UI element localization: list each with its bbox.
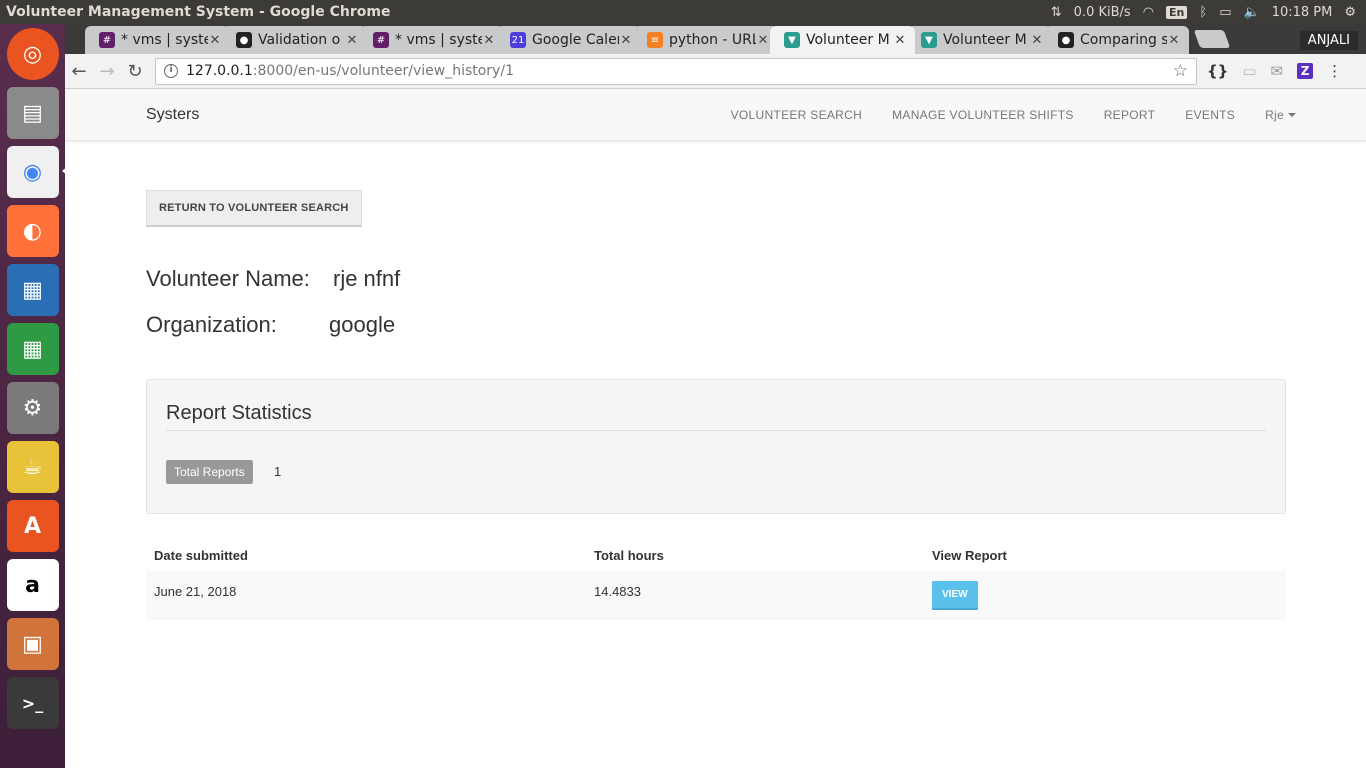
calendar-icon: 21 [510,32,526,48]
volunteer-name-line: Volunteer Name: rje nfnf [146,266,400,292]
browser-tab[interactable]: ● Comparing s ✕ [1044,26,1189,54]
json-extension-icon[interactable]: {} [1207,62,1228,80]
volume-icon[interactable]: 🔈 [1244,5,1260,20]
files-icon[interactable]: ▤ [6,87,59,139]
header-date-submitted: Date submitted [154,547,248,563]
reload-icon[interactable]: ↻ [121,61,149,82]
vms-icon: ▼ [784,32,800,48]
url-path: :8000/en-us/volunteer/view_history/1 [252,63,514,79]
close-icon[interactable]: ✕ [619,33,633,48]
user-menu[interactable]: Rje [1265,108,1296,122]
browser-tab[interactable]: ● Validation o ✕ [222,26,367,54]
clock[interactable]: 10:18 PM [1272,5,1333,20]
stackoverflow-icon: ≡ [647,32,663,48]
software-center-icon[interactable]: A [6,500,59,552]
forward-arrow-icon[interactable]: → [93,61,121,82]
chrome-icon[interactable]: ◉ [6,146,67,198]
browser-toolbar: ← → ↻ i 127.0.0.1:8000/en-us/volunteer/v… [65,54,1366,89]
cell-date: June 21, 2018 [154,584,237,599]
bookmark-star-icon[interactable]: ☆ [1173,61,1188,81]
web-page: Systers VOLUNTEER SEARCH MANAGE VOLUNTEE… [65,89,1366,768]
battery-icon[interactable]: ▭ [1219,5,1231,20]
vms-icon: ▼ [921,32,937,48]
close-icon[interactable]: ✕ [482,33,496,48]
browser-tab[interactable]: ▼ Volunteer M ✕ [907,26,1052,54]
extensions: {} ▭ ✉ Z ⋮ [1207,62,1342,80]
slack-icon: # [373,32,389,48]
browser-tab[interactable]: 21 Google Caler ✕ [496,26,641,54]
close-icon[interactable]: ✕ [345,33,359,48]
table-header: Date submitted Total hours View Report [146,539,1286,571]
organization-line: Organization: google [146,312,395,338]
total-reports-count: 1 [274,464,282,479]
impress-icon[interactable]: ▣ [6,618,59,670]
view-report-button[interactable]: VIEW [932,581,978,610]
system-settings-icon[interactable]: ⚙ [6,382,59,434]
profile-button[interactable]: ANJALI [1299,31,1358,50]
slack-icon: # [99,32,115,48]
nav-volunteer-search[interactable]: VOLUNTEER SEARCH [731,108,863,122]
close-icon[interactable]: ✕ [756,33,770,48]
cell-action: VIEW [924,571,1286,620]
github-icon: ● [236,32,252,48]
new-tab-button[interactable] [1193,30,1231,48]
amazon-icon[interactable]: a [6,559,59,611]
report-statistics-panel: Report Statistics Total Reports 1 [146,379,1286,514]
return-to-volunteer-search-button[interactable]: RETURN TO VOLUNTEER SEARCH [146,190,362,227]
table-row: June 21, 2018 14.4833 VIEW [146,571,1286,620]
keyboard-layout[interactable]: En [1166,5,1188,19]
ubuntu-launcher: ◎ ▤ ◉ ◐ ▦ ▦ ⚙ ☕ A a ▣ >_ [0,24,67,768]
app-navbar: Systers VOLUNTEER SEARCH MANAGE VOLUNTEE… [65,89,1366,141]
address-bar[interactable]: i 127.0.0.1:8000/en-us/volunteer/view_hi… [155,57,1197,85]
organization-value: google [329,312,396,337]
github-icon: ● [1058,32,1074,48]
nav-links: VOLUNTEER SEARCH MANAGE VOLUNTEER SHIFTS… [731,108,1296,122]
nav-events[interactable]: EVENTS [1185,108,1235,122]
extension-icon[interactable]: ▭ [1242,62,1256,80]
nav-manage-volunteer-shifts[interactable]: MANAGE VOLUNTEER SHIFTS [892,108,1074,122]
ubuntu-dash-icon[interactable]: ◎ [6,28,59,80]
calc-icon[interactable]: ▦ [6,323,59,375]
close-icon[interactable]: ✕ [208,33,222,48]
window-title: Volunteer Management System - Google Chr… [6,4,391,20]
report-history-table: Date submitted Total hours View Report J… [146,539,1286,620]
browser-tab[interactable]: # * vms | syste ✕ [359,26,504,54]
browser-tab[interactable]: # * vms | syste ✕ [85,26,230,54]
firefox-icon[interactable]: ◐ [6,205,59,257]
info-icon[interactable]: i [164,64,178,78]
settings-gear-icon[interactable]: ⚙ [1344,5,1356,20]
browser-tab-active[interactable]: ▼ Volunteer M ✕ [770,26,915,54]
back-arrow-icon[interactable]: ← [65,61,93,82]
browser-tab[interactable]: ≡ python - URL ✕ [633,26,778,54]
wifi-icon[interactable]: ◠ [1143,5,1154,20]
header-total-hours: Total hours [594,547,664,563]
report-statistics-title: Report Statistics [166,402,312,424]
divider [166,430,1266,431]
close-icon[interactable]: ✕ [1030,33,1044,48]
organization-label: Organization: [146,312,277,337]
volunteer-name-label: Volunteer Name: [146,266,310,291]
browser-tab-strip: # * vms | syste ✕ ● Validation o ✕ # * vms | … [65,24,1366,54]
app-icon[interactable]: ☕ [6,441,59,493]
nav-report[interactable]: REPORT [1104,108,1156,122]
terminal-icon[interactable]: >_ [6,677,59,729]
close-icon[interactable]: ✕ [1167,33,1181,48]
extension-icon[interactable]: ✉ [1271,62,1284,80]
writer-icon[interactable]: ▦ [6,264,59,316]
header-view-report: View Report [932,547,1007,563]
menu-icon[interactable]: ⋮ [1327,62,1342,80]
volunteer-name-value: rje nfnf [333,266,401,291]
total-reports-badge: Total Reports [166,460,253,484]
close-icon[interactable]: ✕ [893,33,907,48]
url-host: 127.0.0.1 [186,63,253,79]
caret-down-icon [1288,113,1296,118]
net-speed: 0.0 KiB/s [1073,4,1131,20]
bluetooth-icon[interactable]: ᛒ [1199,5,1207,20]
os-top-bar: Volunteer Management System - Google Chr… [0,0,1366,24]
zotero-icon[interactable]: Z [1297,63,1314,79]
brand-link[interactable]: Systers [146,106,199,124]
system-tray: ⇅ 0.0 KiB/s ◠ En ᛒ ▭ 🔈 10:18 PM ⚙ [1051,5,1366,20]
cell-hours: 14.4833 [594,584,641,599]
network-arrows-icon[interactable]: ⇅ [1051,5,1062,20]
